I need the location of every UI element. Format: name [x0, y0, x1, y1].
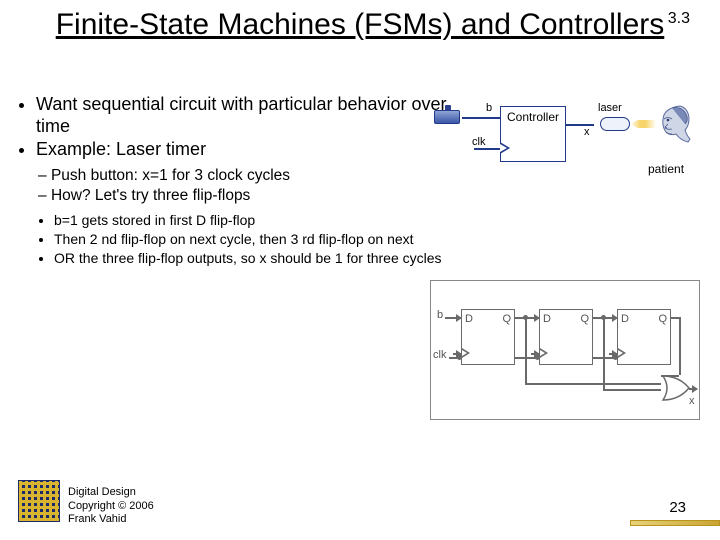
- wire-b: [462, 117, 500, 119]
- ff-Q-label: Q: [580, 313, 589, 325]
- clock-triangle-icon: [462, 348, 470, 358]
- ff-label-clk: clk: [433, 349, 446, 361]
- footer-accent-bar: [630, 520, 720, 526]
- subsub-2: Then 2 nd flip-flop on next cycle, then …: [54, 231, 448, 248]
- subsub-3: OR the three flip-flop outputs, so x sho…: [54, 250, 448, 267]
- footer-logo-icon: [18, 480, 60, 522]
- footer-line-1: Digital Design: [68, 486, 154, 499]
- footer-line-3: Frank Vahid: [68, 513, 154, 526]
- label-laser: laser: [598, 102, 622, 114]
- subbullet-1: Push button: x=1 for 3 clock cycles: [38, 167, 448, 186]
- bullet-1: Want sequential circuit with particular …: [36, 94, 448, 137]
- clock-triangle-icon: [540, 348, 548, 358]
- flipflop-3: D Q: [617, 309, 671, 365]
- wire-clk: [474, 148, 500, 150]
- flipflop-2: D Q: [539, 309, 593, 365]
- controller-diagram: b Controller clk x laser patient: [430, 106, 700, 206]
- label-x: x: [584, 126, 590, 138]
- footer-text: Digital Design Copyright © 2006 Frank Va…: [68, 486, 154, 526]
- laser-icon: [600, 117, 630, 131]
- label-patient: patient: [648, 162, 684, 176]
- subbullet-2: How? Let's try three flip-flops: [38, 187, 448, 206]
- wire: [445, 317, 461, 319]
- or-gate-icon: [661, 375, 691, 401]
- patient-icon: [652, 102, 692, 150]
- slide-title: Finite-State Machines (FSMs) and Control…: [50, 0, 670, 43]
- ff-D-label: D: [621, 313, 629, 325]
- ff-label-x: x: [689, 395, 695, 407]
- push-button-icon: [434, 110, 460, 124]
- ff-D-label: D: [543, 313, 551, 325]
- label-clk: clk: [472, 136, 485, 148]
- ff-Q-label: Q: [502, 313, 511, 325]
- ff-label-b: b: [437, 309, 443, 321]
- ff-D-label: D: [465, 313, 473, 325]
- clock-triangle-icon: [618, 348, 626, 358]
- footer-line-2: Copyright © 2006: [68, 500, 154, 513]
- wire: [689, 388, 697, 390]
- ff-Q-label: Q: [658, 313, 667, 325]
- bullet-content: Want sequential circuit with particular …: [18, 94, 448, 268]
- flipflop-diagram: b clk D Q D Q D Q x: [430, 280, 700, 420]
- section-number: 3.3: [668, 10, 690, 28]
- label-b: b: [486, 102, 492, 114]
- clock-triangle-icon: [500, 142, 510, 154]
- page-number: 23: [669, 499, 686, 516]
- bullet-2: Example: Laser timer: [36, 139, 448, 161]
- subsub-1: b=1 gets stored in first D flip-flop: [54, 212, 448, 229]
- flipflop-1: D Q: [461, 309, 515, 365]
